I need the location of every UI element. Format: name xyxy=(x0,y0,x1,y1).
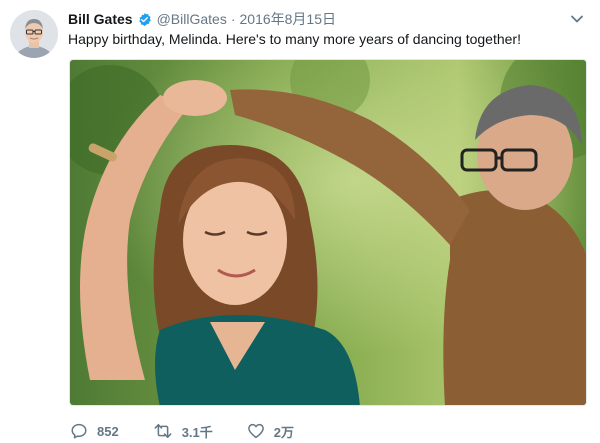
tweet-photo[interactable] xyxy=(69,59,587,406)
tweet-text: Happy birthday, Melinda. Here's to many … xyxy=(68,31,521,47)
retweet-icon xyxy=(153,422,173,440)
author-name[interactable]: Bill Gates xyxy=(68,11,133,27)
header-separator: · xyxy=(230,11,236,27)
tweet-header: Bill Gates @BillGates · 2016年8月15日 xyxy=(68,9,336,29)
reply-action[interactable]: 852 xyxy=(70,422,119,440)
like-count: 2万 xyxy=(273,424,295,440)
heart-icon xyxy=(247,422,265,440)
tweet-card: Bill Gates @BillGates · 2016年8月15日 Happy… xyxy=(0,0,600,443)
reply-count: 852 xyxy=(97,423,119,439)
chevron-down-icon[interactable] xyxy=(570,12,584,26)
verified-badge-icon xyxy=(137,12,152,27)
author-avatar[interactable] xyxy=(10,10,58,58)
retweet-action[interactable]: 3.1千 xyxy=(153,422,213,441)
reply-icon xyxy=(70,422,88,440)
tweet-date[interactable]: 2016年8月15日 xyxy=(240,9,337,29)
retweet-count: 3.1千 xyxy=(181,424,213,440)
tweet-actions: 852 3.1千 2万 xyxy=(70,420,328,442)
author-handle[interactable]: @BillGates xyxy=(157,11,227,27)
like-action[interactable]: 2万 xyxy=(247,422,294,441)
